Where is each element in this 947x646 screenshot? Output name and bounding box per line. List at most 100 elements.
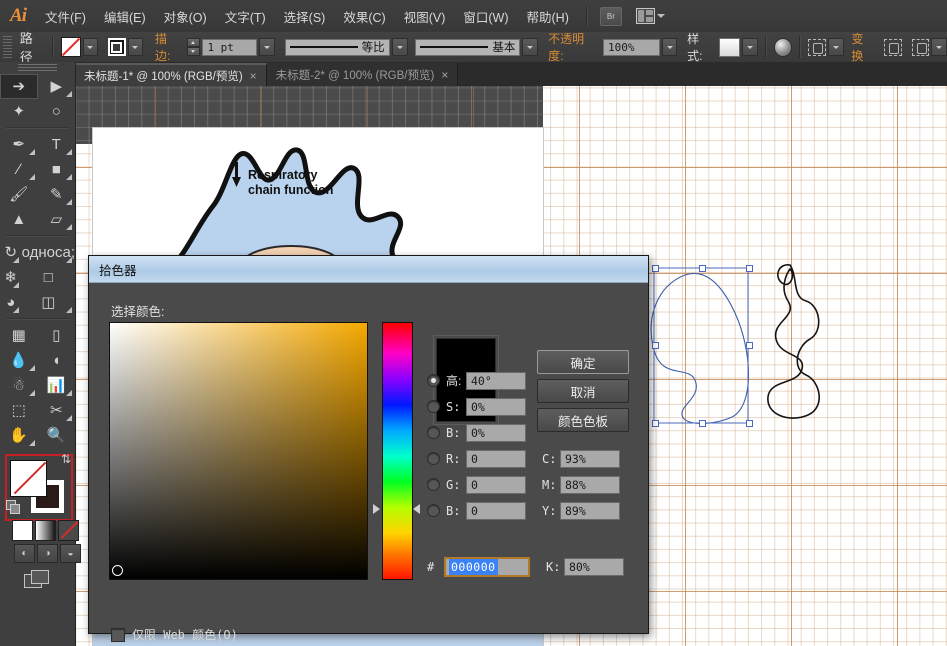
- tool-shape-builder[interactable]: ◕: [0, 290, 22, 315]
- full-screen-menubar-icon[interactable]: ◑: [37, 544, 58, 563]
- tool-symbol-sprayer[interactable]: ☃: [0, 373, 38, 398]
- none-mode-button[interactable]: [58, 520, 79, 541]
- handle-ml[interactable]: [652, 342, 659, 349]
- input-cyan[interactable]: 93%: [560, 449, 620, 468]
- tool-magic-wand[interactable]: ✦: [0, 99, 38, 124]
- input-hue[interactable]: 40°: [466, 371, 526, 390]
- radio-saturation[interactable]: [427, 400, 440, 413]
- handle-tl[interactable]: [652, 265, 659, 272]
- stroke-weight-dropdown[interactable]: [259, 38, 275, 56]
- input-brightness[interactable]: 0%: [466, 423, 526, 442]
- tool-artboard[interactable]: ⬚: [0, 398, 38, 423]
- tool-column-graph[interactable]: 📊: [38, 373, 76, 398]
- stroke-label[interactable]: 描边:: [154, 30, 182, 65]
- opacity-label[interactable]: 不透明度:: [548, 30, 599, 65]
- handle-br[interactable]: [746, 420, 753, 427]
- menu-help[interactable]: 帮助(H): [518, 4, 578, 29]
- stroke-profile-combo[interactable]: 等比: [284, 38, 408, 56]
- menu-window[interactable]: 窗口(W): [454, 4, 517, 29]
- tool-pen[interactable]: ✒: [0, 132, 38, 157]
- radio-green[interactable]: [427, 478, 440, 491]
- hue-marker-left-icon[interactable]: [373, 504, 380, 514]
- tool-scale[interactable]: односа;: [22, 240, 75, 265]
- brush-dropdown[interactable]: [522, 38, 539, 56]
- more-options-dropdown[interactable]: [931, 38, 947, 56]
- radio-brightness[interactable]: [427, 426, 440, 439]
- tool-type[interactable]: T: [38, 132, 76, 157]
- swatches-button[interactable]: 颜色色板: [537, 408, 629, 432]
- stroke-weight-input[interactable]: 1 pt: [202, 38, 258, 56]
- menu-type[interactable]: 文字(T): [216, 4, 275, 29]
- menu-file[interactable]: 文件(F): [36, 4, 95, 29]
- color-picker-dialog[interactable]: 拾色器 选择颜色: 确定 取消 颜色色板 高: 40° S: 0% B: 0%: [88, 255, 649, 642]
- default-fill-stroke-icon[interactable]: [6, 500, 20, 514]
- menu-effect[interactable]: 效果(C): [334, 4, 394, 29]
- tab-untitled-1[interactable]: 未标题-1* @ 100% (RGB/预览) ×: [75, 63, 267, 86]
- bridge-icon[interactable]: Br: [599, 6, 622, 26]
- handle-tr[interactable]: [746, 265, 753, 272]
- opacity-dropdown[interactable]: [661, 38, 678, 56]
- hex-input[interactable]: 000000: [444, 556, 530, 577]
- tool-width[interactable]: ❄: [0, 265, 22, 290]
- cancel-button[interactable]: 取消: [537, 379, 629, 403]
- control-bar-grip[interactable]: [3, 36, 12, 58]
- tool-rectangle[interactable]: ■: [38, 157, 76, 182]
- brush-definition-combo[interactable]: 基本: [415, 38, 539, 56]
- hue-marker-right-icon[interactable]: [413, 504, 420, 514]
- fill-indicator-swatch[interactable]: [10, 460, 47, 497]
- menu-view[interactable]: 视图(V): [395, 4, 455, 29]
- menu-edit[interactable]: 编辑(E): [95, 4, 155, 29]
- stroke-dropdown-button[interactable]: [127, 38, 144, 56]
- input-yellow[interactable]: 89%: [560, 501, 620, 520]
- tool-lasso[interactable]: ○: [38, 99, 76, 124]
- tool-blend[interactable]: ◖: [38, 348, 76, 373]
- web-safe-checkbox[interactable]: [111, 627, 125, 642]
- dialog-title-bar[interactable]: 拾色器: [89, 256, 648, 283]
- ok-button[interactable]: 确定: [537, 350, 629, 374]
- fill-dropdown-button[interactable]: [82, 38, 99, 56]
- swap-fill-stroke-icon[interactable]: ⇅: [61, 452, 71, 466]
- radio-blue[interactable]: [427, 504, 440, 517]
- handle-mr[interactable]: [746, 342, 753, 349]
- align-dropdown[interactable]: [827, 38, 844, 56]
- tool-zoom[interactable]: 🔍: [38, 423, 76, 448]
- recolor-artwork-icon[interactable]: [773, 37, 793, 57]
- stroke-color-swatch[interactable]: [107, 38, 126, 56]
- transform-label[interactable]: 变换: [851, 30, 875, 65]
- menu-object[interactable]: 对象(O): [155, 4, 216, 29]
- normal-screen-mode-icon[interactable]: ◐: [14, 544, 35, 563]
- tool-free-transform[interactable]: □: [22, 265, 75, 290]
- tool-blob-brush[interactable]: ▲: [0, 207, 38, 232]
- input-red[interactable]: 0: [466, 449, 526, 468]
- tool-gradient[interactable]: ▯: [38, 323, 76, 348]
- tool-mesh[interactable]: ▦: [0, 323, 38, 348]
- menu-select[interactable]: 选择(S): [275, 4, 335, 29]
- fill-color-swatch[interactable]: [61, 37, 81, 57]
- tool-pencil[interactable]: ✎: [38, 182, 76, 207]
- input-blue[interactable]: 0: [466, 501, 526, 520]
- opacity-input[interactable]: 100%: [603, 38, 660, 56]
- stroke-weight-stepper[interactable]: [187, 38, 201, 56]
- tool-hand[interactable]: ✋: [0, 423, 38, 448]
- radio-hue[interactable]: [427, 374, 440, 387]
- tool-slice[interactable]: ✂: [38, 398, 76, 423]
- tool-paintbrush[interactable]: 🖌: [0, 182, 38, 207]
- selection-handles[interactable]: [652, 265, 753, 427]
- tool-perspective-grid[interactable]: ◫: [22, 290, 75, 315]
- hue-slider[interactable]: [382, 322, 413, 580]
- tool-eyedropper[interactable]: 💧: [0, 348, 38, 373]
- close-icon[interactable]: ×: [250, 70, 257, 82]
- radio-red[interactable]: [427, 452, 440, 465]
- tool-rotate[interactable]: ↻: [0, 240, 22, 265]
- graphic-style-swatch[interactable]: [718, 37, 741, 57]
- saturation-brightness-field[interactable]: [109, 322, 368, 580]
- edit-clipping-path-icon[interactable]: [911, 38, 930, 56]
- isolate-selected-object-icon[interactable]: [884, 38, 903, 56]
- input-magenta[interactable]: 88%: [560, 475, 620, 494]
- gradient-mode-button[interactable]: [35, 520, 56, 541]
- web-safe-colors-row[interactable]: 仅限 Web 颜色(O): [111, 626, 238, 643]
- align-to-selection-icon[interactable]: [808, 38, 826, 56]
- tools-panel-grip[interactable]: [18, 64, 57, 73]
- change-screen-mode-icon[interactable]: [24, 570, 50, 590]
- tool-direct-selection[interactable]: ▶: [38, 74, 76, 99]
